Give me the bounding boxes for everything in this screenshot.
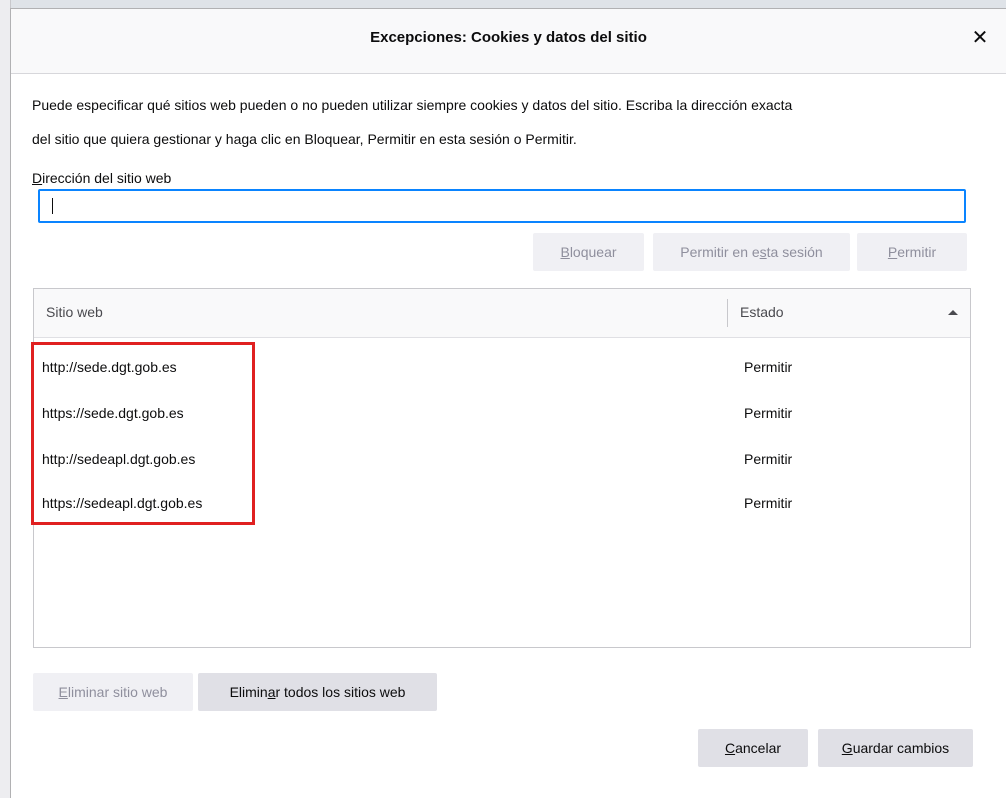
column-header-status[interactable]: Estado xyxy=(740,304,784,320)
allow-accesskey: P xyxy=(887,244,898,260)
remove-site-button[interactable]: Eliminar sitio web xyxy=(33,673,193,711)
remove-all-sites-button[interactable]: Eliminar todos los sitios web xyxy=(198,673,437,711)
row-status: Permitir xyxy=(744,359,793,375)
address-label-text: irección del sitio web xyxy=(42,170,172,186)
save-label: uardar cambios xyxy=(852,740,950,756)
sites-table: Sitio web Estado http://sede.dgt.gob.es … xyxy=(33,288,971,648)
row-site: http://sede.dgt.gob.es xyxy=(42,359,177,375)
address-label: Dirección del sitio web xyxy=(32,170,171,186)
row-status: Permitir xyxy=(744,495,793,511)
dialog-titlebar: Excepciones: Cookies y datos del sitio ✕ xyxy=(11,9,1006,74)
table-row[interactable]: http://sede.dgt.gob.es Permitir xyxy=(34,345,970,391)
table-row[interactable]: https://sede.dgt.gob.es Permitir xyxy=(34,391,970,437)
description-line-2: del sitio que quiera gestionar y haga cl… xyxy=(32,131,577,147)
row-status: Permitir xyxy=(744,405,793,421)
website-address-input[interactable] xyxy=(38,189,966,223)
table-row[interactable]: https://sedeapl.dgt.gob.es Permitir xyxy=(34,481,970,527)
description-line-1: Puede especificar qué sitios web pueden … xyxy=(32,97,793,113)
allow-session-button[interactable]: Permitir en esta sesión xyxy=(653,233,850,271)
address-label-accesskey: D xyxy=(32,170,43,186)
save-changes-button[interactable]: Guardar cambios xyxy=(818,729,973,767)
sort-ascending-icon xyxy=(948,310,958,315)
close-icon[interactable]: ✕ xyxy=(968,26,992,50)
table-row[interactable]: http://sedeapl.dgt.gob.es Permitir xyxy=(34,437,970,483)
allow-label: ermitir xyxy=(897,244,937,260)
cancel-button[interactable]: Cancelar xyxy=(698,729,808,767)
column-separator[interactable] xyxy=(727,299,728,327)
row-site: https://sedeapl.dgt.gob.es xyxy=(42,495,203,511)
remove-all-label-pre: Elimin xyxy=(229,684,268,700)
row-status: Permitir xyxy=(744,451,793,467)
column-header-site[interactable]: Sitio web xyxy=(46,304,103,320)
dialog-description: Puede especificar qué sitios web pueden … xyxy=(32,88,972,156)
text-caret xyxy=(52,198,53,214)
row-site: https://sede.dgt.gob.es xyxy=(42,405,184,421)
block-label: loquear xyxy=(569,244,617,260)
remove-site-accesskey: E xyxy=(58,684,68,700)
cancel-label: ancelar xyxy=(735,740,782,756)
save-accesskey: G xyxy=(841,740,853,756)
block-button[interactable]: Bloquear xyxy=(533,233,644,271)
remove-site-label: liminar sitio web xyxy=(67,684,168,700)
allow-button[interactable]: Permitir xyxy=(857,233,967,271)
cancel-accesskey: C xyxy=(724,740,736,756)
remove-all-label-rest: r todos los sitios web xyxy=(275,684,406,700)
allow-session-accesskey: s xyxy=(759,244,767,260)
allow-session-label-pre: Permitir en e xyxy=(680,244,760,260)
allow-session-label-rest: ta sesión xyxy=(766,244,823,260)
table-header: Sitio web Estado xyxy=(34,289,970,338)
dialog-title: Excepciones: Cookies y datos del sitio xyxy=(370,29,647,46)
row-site: http://sedeapl.dgt.gob.es xyxy=(42,451,196,467)
block-accesskey: B xyxy=(560,244,570,260)
